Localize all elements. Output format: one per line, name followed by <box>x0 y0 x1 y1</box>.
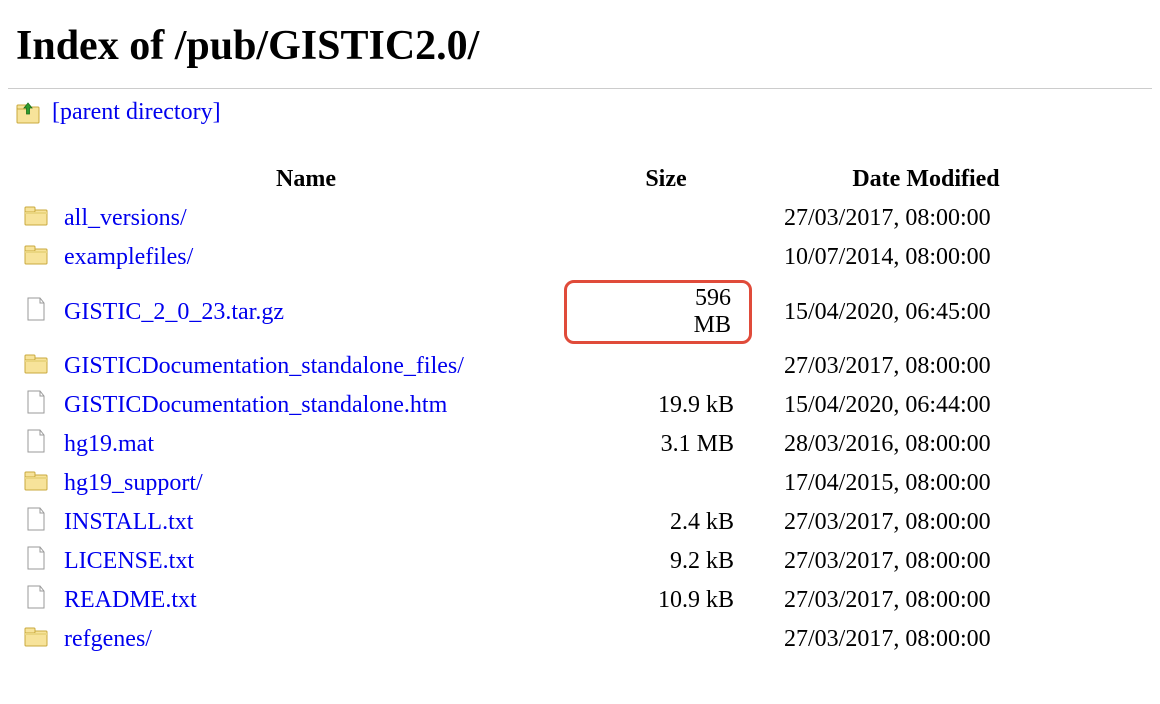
table-row: GISTICDocumentation_standalone.htm 19.9 k… <box>16 386 1076 425</box>
file-link[interactable]: examplefiles/ <box>64 244 193 270</box>
file-icon <box>16 425 56 464</box>
file-link[interactable]: all_versions/ <box>64 205 187 231</box>
folder-icon <box>16 620 56 659</box>
file-size: 10.9 kB <box>556 581 776 620</box>
table-row: GISTIC_2_0_23.tar.gz 596 MB 15/04/2020, 06… <box>16 277 1076 347</box>
file-size <box>556 620 776 659</box>
file-link[interactable]: refgenes/ <box>64 626 152 652</box>
file-icon <box>16 503 56 542</box>
file-size <box>556 347 776 386</box>
file-date: 10/07/2014, 08:00:00 <box>776 238 1076 277</box>
file-link[interactable]: GISTIC_2_0_23.tar.gz <box>64 299 284 325</box>
file-link[interactable]: INSTALL.txt <box>64 509 193 535</box>
file-icon <box>16 277 56 347</box>
file-date: 27/03/2017, 08:00:00 <box>776 581 1076 620</box>
file-date: 27/03/2017, 08:00:00 <box>776 503 1076 542</box>
table-row: INSTALL.txt 2.4 kB27/03/2017, 08:00:00 <box>16 503 1076 542</box>
file-size: 596 MB <box>556 277 776 347</box>
file-icon <box>16 542 56 581</box>
file-date: 15/04/2020, 06:44:00 <box>776 386 1076 425</box>
column-header-size[interactable]: Size <box>556 162 776 199</box>
parent-directory-row: [parent directory] <box>8 97 1152 134</box>
file-size: 9.2 kB <box>556 542 776 581</box>
column-header-name[interactable]: Name <box>56 162 556 199</box>
table-row: README.txt 10.9 kB27/03/2017, 08:00:00 <box>16 581 1076 620</box>
file-date: 27/03/2017, 08:00:00 <box>776 542 1076 581</box>
parent-directory-link[interactable]: [parent directory] <box>52 99 221 126</box>
directory-listing-table: Name Size Date Modified all_versions/27/… <box>16 162 1076 659</box>
table-row: hg19.mat 3.1 MB28/03/2016, 08:00:00 <box>16 425 1076 464</box>
folder-icon <box>16 199 56 238</box>
file-size <box>556 464 776 503</box>
file-link[interactable]: GISTICDocumentation_standalone_files/ <box>64 353 464 379</box>
file-link[interactable]: LICENSE.txt <box>64 548 194 574</box>
file-link[interactable]: README.txt <box>64 587 197 613</box>
column-header-date[interactable]: Date Modified <box>776 162 1076 199</box>
highlight-annotation: 596 MB <box>564 280 752 344</box>
file-icon <box>16 581 56 620</box>
file-size <box>556 199 776 238</box>
divider <box>8 88 1152 89</box>
table-header-row: Name Size Date Modified <box>16 162 1076 199</box>
folder-icon <box>16 347 56 386</box>
file-size <box>556 238 776 277</box>
file-link[interactable]: hg19.mat <box>64 431 154 457</box>
up-arrow-folder-icon <box>16 100 40 126</box>
file-size: 3.1 MB <box>556 425 776 464</box>
file-date: 15/04/2020, 06:45:00 <box>776 277 1076 347</box>
file-size: 2.4 kB <box>556 503 776 542</box>
table-row: LICENSE.txt 9.2 kB27/03/2017, 08:00:00 <box>16 542 1076 581</box>
file-size: 19.9 kB <box>556 386 776 425</box>
table-row: hg19_support/17/04/2015, 08:00:00 <box>16 464 1076 503</box>
file-link[interactable]: hg19_support/ <box>64 470 203 496</box>
file-date: 17/04/2015, 08:00:00 <box>776 464 1076 503</box>
file-date: 27/03/2017, 08:00:00 <box>776 199 1076 238</box>
file-date: 27/03/2017, 08:00:00 <box>776 620 1076 659</box>
table-row: all_versions/27/03/2017, 08:00:00 <box>16 199 1076 238</box>
table-row: GISTICDocumentation_standalone_files/27/… <box>16 347 1076 386</box>
table-row: refgenes/27/03/2017, 08:00:00 <box>16 620 1076 659</box>
file-date: 28/03/2016, 08:00:00 <box>776 425 1076 464</box>
file-link[interactable]: GISTICDocumentation_standalone.htm <box>64 392 447 418</box>
table-row: examplefiles/10/07/2014, 08:00:00 <box>16 238 1076 277</box>
folder-icon <box>16 238 56 277</box>
file-icon <box>16 386 56 425</box>
file-date: 27/03/2017, 08:00:00 <box>776 347 1076 386</box>
folder-icon <box>16 464 56 503</box>
page-title: Index of /pub/GISTIC2.0/ <box>16 22 1152 70</box>
